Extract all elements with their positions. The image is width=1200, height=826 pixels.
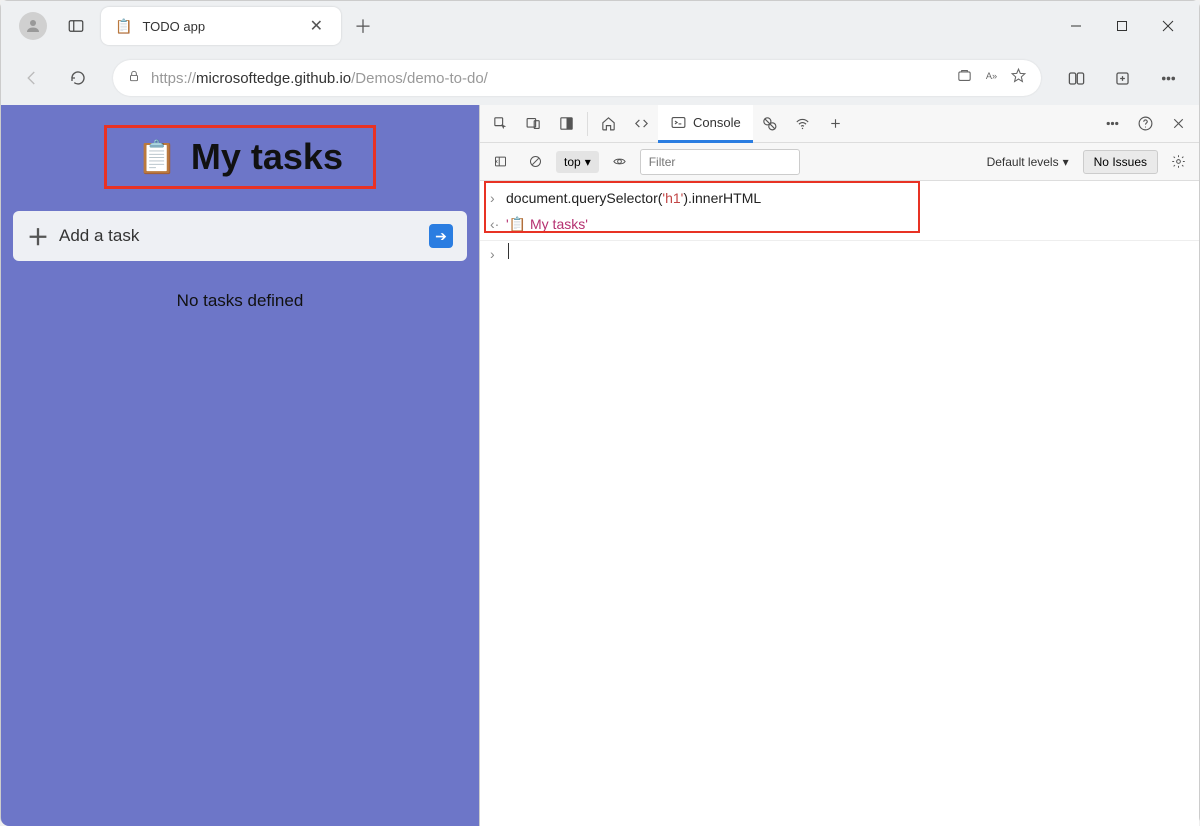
console-output-line: ‹· '📋 My tasks' [480, 211, 1199, 240]
devtools-tab-bar: Console [480, 105, 1199, 143]
tab-close-button[interactable]: ✕ [306, 14, 327, 38]
tab-favicon-icon: 📋 [115, 18, 132, 35]
plus-icon: ＋ [27, 220, 49, 252]
sources-tab-icon[interactable] [753, 105, 786, 143]
add-task-placeholder: Add a task [59, 226, 429, 246]
back-button[interactable] [13, 59, 51, 97]
devtools-close-button[interactable] [1162, 105, 1195, 143]
welcome-tab-icon[interactable] [592, 105, 625, 143]
devtools-more-icon[interactable] [1096, 105, 1129, 143]
no-tasks-message: No tasks defined [177, 291, 304, 311]
new-tab-button[interactable]: ＋ [347, 10, 379, 42]
address-bar-row: https://microsoftedge.github.io/Demos/de… [1, 51, 1199, 105]
address-bar[interactable]: https://microsoftedge.github.io/Demos/de… [113, 60, 1041, 96]
devtools-help-icon[interactable] [1129, 105, 1162, 143]
collections-icon[interactable] [1103, 59, 1141, 97]
console-toolbar: top▾ Default levels▾ No Issues [480, 143, 1199, 181]
execution-context-selector[interactable]: top▾ [556, 151, 599, 173]
output-chevron-icon: ‹· [490, 213, 506, 235]
log-levels-selector[interactable]: Default levels▾ [987, 155, 1069, 169]
profile-icon[interactable] [19, 12, 47, 40]
refresh-button[interactable] [59, 59, 97, 97]
browser-tab[interactable]: 📋 TODO app ✕ [101, 7, 341, 45]
window-maximize-button[interactable] [1099, 10, 1145, 42]
dock-side-icon[interactable] [550, 105, 583, 143]
add-task-input[interactable]: ＋ Add a task ➔ [13, 211, 467, 261]
elements-tab-icon[interactable] [625, 105, 658, 143]
console-filter-input[interactable] [640, 149, 800, 175]
console-input-line: › document.querySelector('h1').innerHTML [480, 185, 1199, 211]
network-tab-icon[interactable] [786, 105, 819, 143]
issues-button[interactable]: No Issues [1083, 150, 1158, 174]
url-text: https://microsoftedge.github.io/Demos/de… [151, 70, 946, 87]
inspect-element-icon[interactable] [484, 105, 517, 143]
console-prompt[interactable]: › [480, 241, 1199, 267]
clear-console-icon[interactable] [521, 148, 550, 176]
clipboard-icon: 📋 [137, 138, 177, 176]
console-body[interactable]: › document.querySelector('h1').innerHTML… [480, 181, 1199, 826]
favorite-icon[interactable] [1010, 67, 1027, 89]
heading-text: My tasks [191, 136, 343, 178]
console-tab-label: Console [693, 115, 741, 130]
lock-icon [127, 69, 141, 88]
console-tab[interactable]: Console [658, 105, 753, 143]
window-titlebar: 📋 TODO app ✕ ＋ [1, 1, 1199, 51]
svg-text:A»: A» [986, 71, 997, 81]
live-expression-icon[interactable] [605, 148, 634, 176]
app-available-icon[interactable] [956, 67, 973, 89]
tab-actions-icon[interactable] [63, 13, 89, 39]
console-settings-icon[interactable] [1164, 148, 1193, 176]
more-tabs-button[interactable] [819, 105, 852, 143]
app-pane: 📋 My tasks ＋ Add a task ➔ No tasks defin… [1, 105, 479, 826]
console-sidebar-toggle-icon[interactable] [486, 148, 515, 176]
page-title: 📋 My tasks [104, 125, 376, 189]
window-minimize-button[interactable] [1053, 10, 1099, 42]
more-menu-icon[interactable] [1149, 59, 1187, 97]
window-close-button[interactable] [1145, 10, 1191, 42]
devtools-pane: Console top▾ Default levels▾ No Issues [479, 105, 1199, 826]
device-toolbar-icon[interactable] [517, 105, 550, 143]
input-chevron-icon: › [490, 187, 506, 209]
content-area: 📋 My tasks ＋ Add a task ➔ No tasks defin… [1, 105, 1199, 826]
read-aloud-icon[interactable]: A» [983, 67, 1000, 89]
tab-title: TODO app [142, 19, 305, 34]
split-screen-icon[interactable] [1057, 59, 1095, 97]
submit-task-button[interactable]: ➔ [429, 224, 453, 248]
prompt-chevron-icon: › [490, 243, 506, 265]
